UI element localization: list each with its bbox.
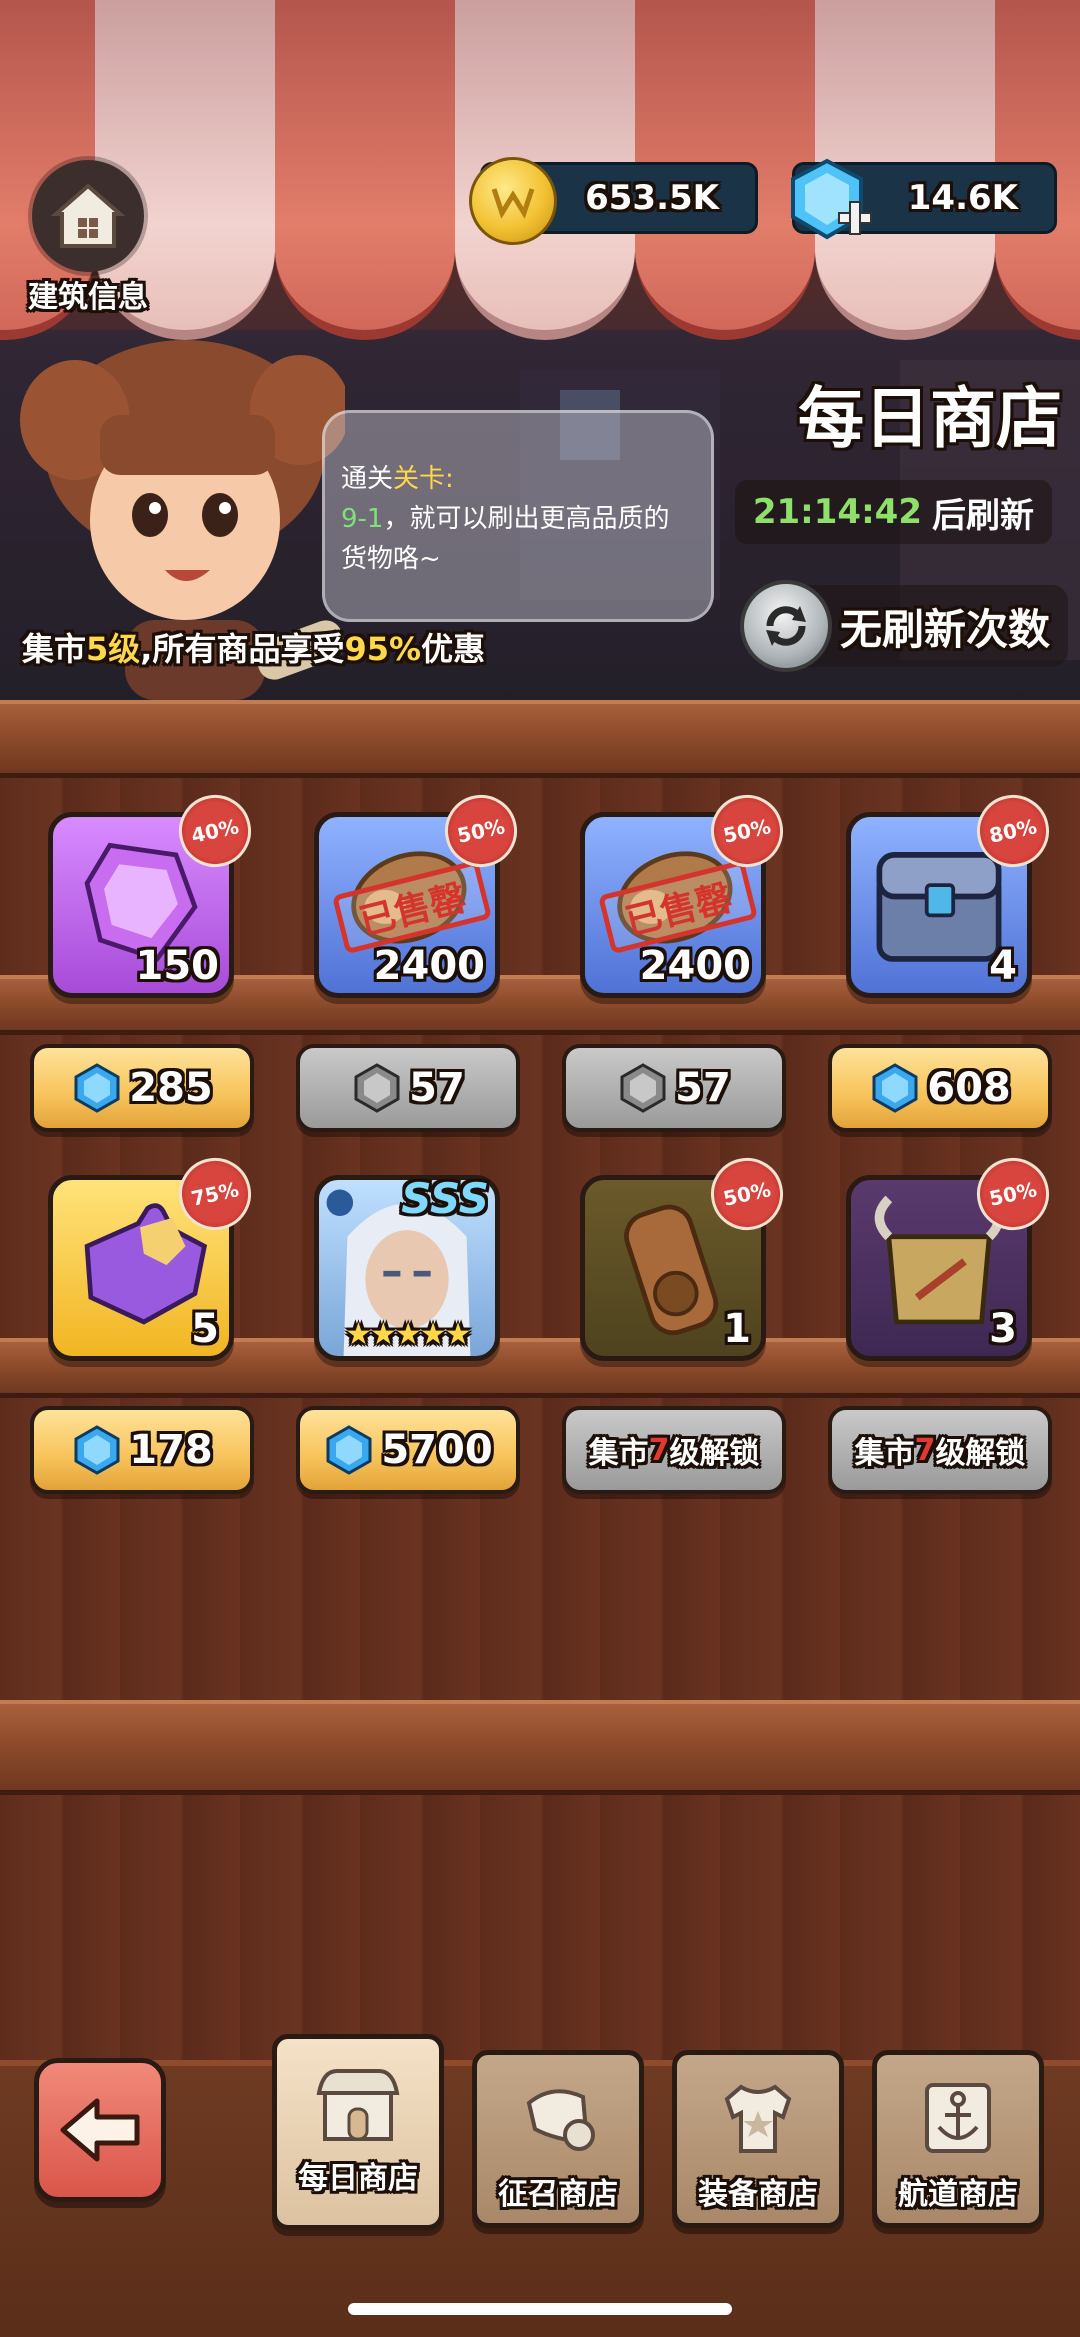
lock-text-a: 集市 [854,1436,915,1471]
shirt-icon [724,2084,792,2153]
gold-counter[interactable]: 653.5K [469,157,758,245]
gem-amount: 14.6K [907,178,1018,218]
tab-label: 航道商店 [898,2177,1018,2212]
page-title: 每日商店 [798,380,1062,457]
back-button[interactable] [34,2058,166,2202]
shop-item-puzzle-piece[interactable]: 75% 5 [48,1151,258,1361]
timer-value: 21:14:42 [752,492,922,532]
timer-suffix: 后刷新 [932,495,1034,536]
refresh-icon [739,580,832,672]
hint-text-stage: 关卡: [393,464,454,494]
tab-route-shop[interactable]: 航道商店 [872,2050,1044,2228]
lock-text-b: 级解锁 [935,1436,1026,1471]
tab-label: 征召商店 [498,2177,618,2212]
gem-counter[interactable]: 14.6K [791,158,1057,240]
hint-stage-number: 9-1 [341,504,384,534]
tab-label: 装备商店 [698,2177,818,2212]
price-value: 608 [927,1065,1011,1111]
gold-amount: 653.5K [585,178,719,218]
lock-level: 7 [914,1432,936,1468]
item-quantity: 1 [723,1306,751,1352]
refresh-label: 无刷新次数 [839,604,1050,654]
gray-gem-icon [620,1063,666,1113]
shelf-plank [0,700,1080,778]
tab-equipment-shop[interactable]: 装备商店 [672,2050,844,2228]
price-value: 57 [409,1065,465,1111]
price-button[interactable]: 178 [30,1406,254,1494]
shop-item-scroll[interactable]: 50% 1 [580,1151,790,1361]
market-discount-info: 集市5级,所有商品享受95%优惠 [22,624,485,670]
price-button[interactable]: 57 [296,1044,520,1132]
shop-item-wood-log[interactable]: 已售罄 50% 2400 [314,788,524,998]
item-quantity: 4 [989,943,1017,989]
shop-item-horned-scroll[interactable]: 50% 3 [846,1151,1056,1361]
tab-label: 每日商店 [298,2161,418,2196]
market-text-b: ,所有商品享受 [140,630,345,668]
hint-text-c: 货物咯~ [341,544,441,574]
price-value: 178 [129,1427,213,1473]
item-quantity: 5 [191,1306,219,1352]
house-icon [50,183,126,248]
shop-item-hero-card[interactable]: SSS ★★★★★ [314,1174,500,1361]
blue-gem-icon [74,1425,120,1475]
gold-coin-icon [469,157,557,245]
hint-text-b: ，就可以刷出更高品质的 [383,504,670,534]
price-button[interactable]: 57 [562,1044,786,1132]
refresh-button[interactable]: 无刷新次数 [739,580,1068,672]
building-info-button[interactable]: 建筑信息 [28,160,148,316]
hint-bubble: 通关关卡: 9-1，就可以刷出更高品质的 货物咯~ [322,410,714,622]
price-button[interactable]: 5700 [296,1406,520,1494]
tab-daily-shop[interactable]: 每日商店 [272,2034,444,2230]
market-text-c: 优惠 [421,630,486,668]
home-indicator[interactable] [348,2303,732,2315]
shop-item-wood-log-2[interactable]: 已售罄 50% 2400 [580,788,790,998]
arrow-left-icon [60,2098,140,2162]
item-quantity: 2400 [373,943,485,989]
blue-gem-icon [326,1425,372,1475]
price-value: 57 [675,1065,731,1111]
market-level: 5级 [86,630,141,668]
market-discount-percent: 95% [344,630,422,668]
blue-gem-plus-icon [791,158,872,240]
horn-icon [526,2089,595,2151]
item-quantity: 3 [989,1306,1017,1352]
market-text-a: 集市 [22,630,87,668]
shop-item-treasure-chest[interactable]: 80% 4 [846,788,1056,998]
gray-gem-icon [354,1063,400,1113]
item-quantity: 150 [135,943,220,989]
anchor-icon [925,2083,991,2153]
locked-price-button[interactable]: 集市 7 级解锁 [562,1406,786,1494]
price-button[interactable]: 608 [828,1044,1052,1132]
hint-text-a: 通关 [341,464,394,494]
blue-gem-icon [872,1063,918,1113]
lock-text-a: 集市 [588,1436,649,1471]
refresh-timer: 21:14:42 后刷新 [734,480,1052,544]
price-value: 5700 [381,1427,493,1473]
shop-item-purple-gem[interactable]: 40% 150 [48,788,258,998]
store-icon [316,2069,400,2141]
lock-text-b: 级解锁 [669,1436,760,1471]
hero-star-rating: ★★★★★ [345,1317,471,1352]
price-button[interactable]: 285 [30,1044,254,1132]
building-info-label: 建筑信息 [28,280,148,315]
hero-rank-badge: SSS [401,1174,489,1223]
blue-gem-icon [74,1063,120,1113]
price-value: 285 [129,1065,213,1111]
locked-price-button[interactable]: 集市 7 级解锁 [828,1406,1052,1494]
tab-recruit-shop[interactable]: 征召商店 [472,2050,644,2228]
item-quantity: 2400 [639,943,751,989]
lock-level: 7 [648,1432,670,1468]
shelf-plank [0,1700,1080,1795]
